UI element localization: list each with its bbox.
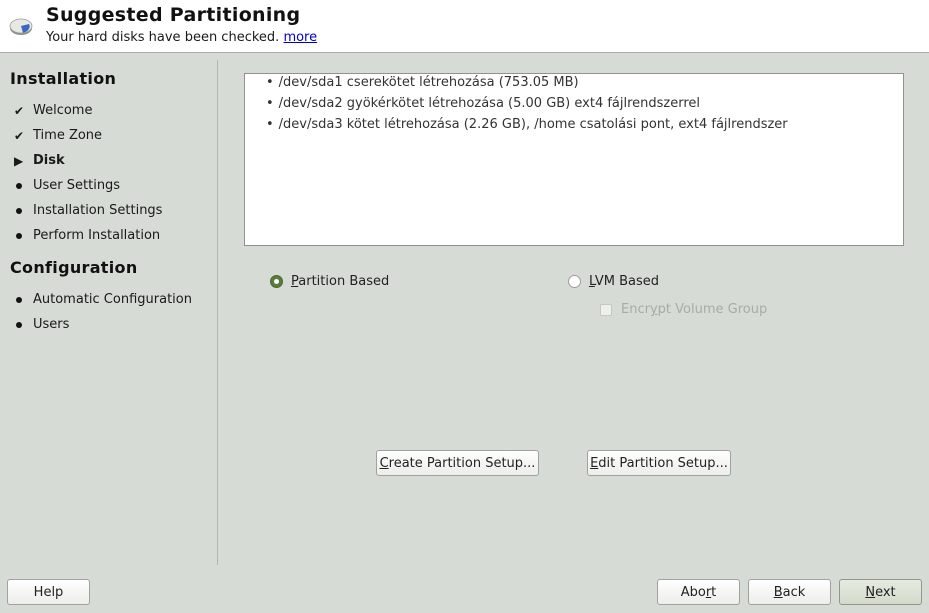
sidebar-item-label: Time Zone xyxy=(33,128,103,143)
hard-disk-icon xyxy=(9,18,33,35)
bullet-icon xyxy=(16,182,22,189)
bullet-icon xyxy=(16,232,22,239)
sidebar-item-time-zone: ✔ Time Zone xyxy=(14,128,102,143)
sidebar-item-label: Automatic Configuration xyxy=(33,292,192,307)
sidebar-item-welcome: ✔ Welcome xyxy=(14,103,92,118)
sidebar-item-label: Perform Installation xyxy=(33,228,161,243)
summary-item: /dev/sda1 cserekötet létrehozása (753.05… xyxy=(266,75,579,90)
summary-item: /dev/sda2 gyökérkötet létrehozása (5.00 … xyxy=(266,96,700,111)
page-title: Suggested Partitioning xyxy=(46,4,301,26)
radio-checked-icon xyxy=(270,275,283,288)
bullet-icon xyxy=(16,321,22,328)
create-partition-setup-button[interactable]: Create Partition Setup... xyxy=(376,450,539,476)
partition-based-radio[interactable]: Partition Based xyxy=(270,274,389,289)
check-icon: ✔ xyxy=(14,103,25,118)
sidebar-item-label: Disk xyxy=(33,153,65,168)
radio-label: Partition Based xyxy=(291,274,390,289)
subtitle-text: Your hard disks have been checked. xyxy=(46,30,280,45)
encrypt-volume-group-checkbox[interactable]: Encrypt Volume Group xyxy=(600,302,767,317)
bullet-icon xyxy=(16,207,22,214)
sidebar-divider xyxy=(217,60,218,565)
sidebar-item-label: Users xyxy=(33,317,70,332)
section-title-configuration: Configuration xyxy=(10,258,138,277)
sidebar-item-automatic-configuration: Automatic Configuration xyxy=(14,292,192,307)
sidebar-item-label: Welcome xyxy=(33,103,93,118)
bullet-icon xyxy=(16,296,22,303)
sidebar-item-users: Users xyxy=(14,317,69,332)
next-button[interactable]: Next xyxy=(839,579,922,605)
radio-label: LVM Based xyxy=(589,274,659,289)
header: Suggested Partitioning Your hard disks h… xyxy=(0,0,929,53)
summary-item: /dev/sda3 kötet létrehozása (2.26 GB), /… xyxy=(266,117,788,132)
sidebar-item-perform-installation: Perform Installation xyxy=(14,228,160,243)
back-button[interactable]: Back xyxy=(748,579,831,605)
sidebar-item-label: Installation Settings xyxy=(33,203,163,218)
page-subtitle: Your hard disks have been checked. more xyxy=(46,30,317,45)
sidebar-item-installation-settings: Installation Settings xyxy=(14,203,162,218)
checkbox-icon xyxy=(600,303,612,316)
help-button[interactable]: Help xyxy=(7,579,90,605)
section-title-installation: Installation xyxy=(10,69,117,88)
sidebar-item-disk: ▶ Disk xyxy=(14,153,65,168)
edit-partition-setup-button[interactable]: Edit Partition Setup... xyxy=(587,450,731,476)
sidebar-item-label: User Settings xyxy=(33,178,121,193)
check-icon: ✔ xyxy=(14,128,25,143)
checkbox-label: Encrypt Volume Group xyxy=(621,302,768,317)
partition-summary[interactable]: /dev/sda1 cserekötet létrehozása (753.05… xyxy=(244,73,904,246)
arrow-right-icon: ▶ xyxy=(14,153,24,168)
abort-button[interactable]: Abo r t xyxy=(657,579,740,605)
radio-unchecked-icon xyxy=(568,275,581,288)
more-link[interactable]: more xyxy=(283,30,317,45)
sidebar-item-user-settings: User Settings xyxy=(14,178,120,193)
lvm-based-radio[interactable]: LVM Based xyxy=(568,274,659,289)
